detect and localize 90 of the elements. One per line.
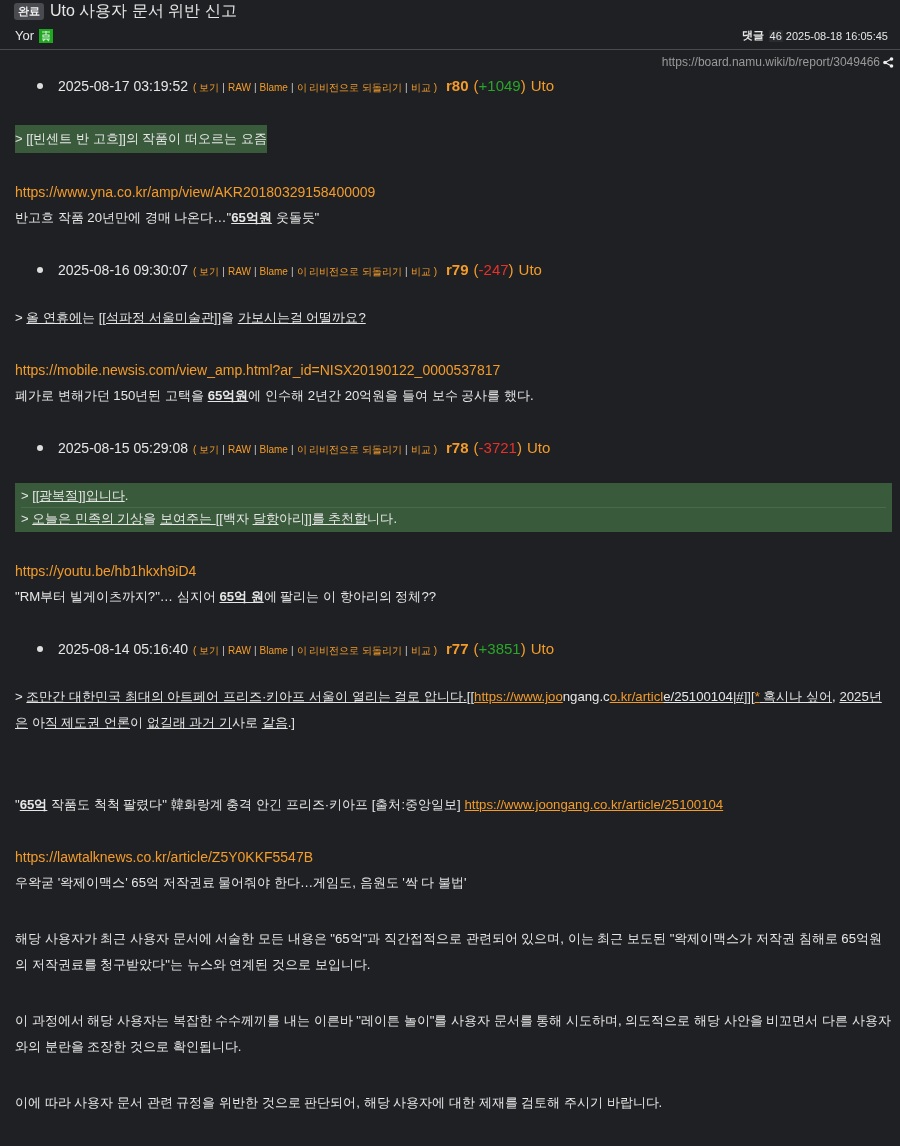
revision-date: 2025-08-15 05:29:08: [58, 440, 188, 456]
parenthesis: (: [193, 82, 197, 93]
revision-action-link[interactable]: 보기: [199, 265, 220, 279]
paragraph: 이 과정에서 해당 사용자는 복잡한 수수께끼를 내는 이른바 "레이튼 놀이"를 사용자 문서를 통해 시도하며, 의도적으로 해당 사안을 비꼬면서 다른 사용자와의 분란을 조장한 것으로 확인됩니다.: [15, 1012, 892, 1056]
revision-action-link[interactable]: 비교: [410, 644, 431, 658]
separator: |: [253, 444, 257, 455]
separator: |: [290, 444, 294, 455]
paragraph: "RM부터 빌게이츠까지?"… 심지어 65억 원에 팔리는 이 항아리의 정체??: [15, 588, 438, 606]
separator: |: [253, 645, 257, 656]
user-badge-icon: [39, 28, 54, 43]
revision-action-link[interactable]: 보기: [199, 644, 220, 658]
separator: |: [405, 266, 408, 277]
revision-number[interactable]: r77: [446, 640, 469, 657]
bullet-icon: [37, 646, 43, 652]
revision-action-link[interactable]: 비교: [410, 443, 431, 457]
revision-action-link[interactable]: 보기: [199, 81, 220, 95]
separator: |: [253, 82, 257, 93]
revision-number[interactable]: r80: [446, 77, 469, 94]
revision-change: (-3721): [473, 439, 522, 456]
parenthesis: ): [433, 645, 437, 656]
paragraph: 우왁굳 '왁제이맥스' 65억 저작권료 물어줘야 한다…게임도, 음원도 '싹 다 불법': [15, 874, 468, 892]
revision-date: 2025-08-16 09:30:07: [58, 262, 188, 278]
revision-action-link[interactable]: 비교: [410, 81, 431, 95]
revision-action-link[interactable]: Blame: [259, 645, 288, 656]
revision-action-link[interactable]: RAW: [227, 82, 251, 93]
article-link[interactable]: https://mobile.newsis.com/view_amp.html?ar_id=NISX20190122_0000537817: [15, 357, 892, 383]
quote-line: > 오늘은 민족의 기상을 보여주는 [[백자 달항아리]]를 추천합니다.: [21, 507, 886, 530]
paragraph: 반고흐 작품 20년만에 경매 나온다…"65억원 웃돌듯": [15, 209, 321, 227]
comments-label: 댓글: [741, 28, 764, 43]
separator: |: [405, 645, 408, 656]
paragraph: > 올 연휴에 는 [[석파정 서울미술관]]을 가보시는걸 어떨까요?: [15, 309, 367, 327]
revision-user[interactable]: Uto: [518, 261, 542, 278]
bullet-icon: [37, 83, 43, 89]
revision-action-link[interactable]: 이 리비전으로 되돌리기: [296, 81, 403, 95]
article-link[interactable]: https://youtu.be/hb1hkxh9iD4: [15, 558, 892, 584]
revision-action-link[interactable]: 비교: [410, 265, 431, 279]
revision-user[interactable]: Uto: [526, 439, 551, 456]
revision-action-link[interactable]: 이 리비전으로 되돌리기: [296, 265, 403, 279]
revision-user[interactable]: Uto: [530, 77, 555, 94]
revision-action-link[interactable]: 이 리비전으로 되돌리기: [296, 644, 403, 658]
paragraph: "65억 작품도 척척 팔렸다" 韓화랑계 충격 안긴 프리즈·키아프 [출처:중앙일보] https://www.joongang.co.kr/article/25100104: [15, 796, 725, 814]
revision-action-link[interactable]: RAW: [227, 645, 251, 656]
comments-count: 46: [768, 29, 783, 42]
revision-number[interactable]: r79: [446, 261, 469, 278]
author-name[interactable]: Yor: [15, 28, 35, 43]
separator: |: [222, 444, 225, 455]
paragraph: > 조만간 대한민국 최대의 아트페어 프리즈·키아프 서울이 열리는 걸로 압니다.[[https://www.joongang.co.kr/article/25100104|#]][* 혹시나 싶어, 2025년은 아직 제도권 언론이 없길래 과거 기사로 같음.]: [15, 688, 883, 732]
revision-number[interactable]: r78: [446, 439, 469, 456]
revision-action-link[interactable]: 이 리비전으로 되돌리기: [296, 443, 403, 457]
revision-action-link[interactable]: 보기: [199, 443, 220, 457]
paragraph: 이에 따라 사용자 문서 관련 규정을 위반한 것으로 판단되어, 해당 사용자에 대한 제재를 검토해 주시기 바랍니다.: [15, 1094, 664, 1112]
article-link[interactable]: https://www.yna.co.kr/amp/view/AKR20180329158400009: [15, 179, 892, 205]
separator: |: [222, 266, 225, 277]
separator: |: [253, 266, 257, 277]
bullet-icon: [37, 267, 43, 273]
revision-change: (+3851): [473, 640, 526, 657]
revision-action-link[interactable]: Blame: [259, 82, 288, 93]
revision-date: 2025-08-17 03:19:52: [58, 78, 188, 94]
quote-line: > [[광복절]]입니다.: [21, 487, 130, 505]
separator: |: [290, 266, 294, 277]
quote-line: > [[빈센트 반 고흐]]의 작품이 떠오르는 요즘: [15, 130, 267, 148]
paragraph: 폐가로 변해가던 150년된 고택을 65억원에 인수해 2년간 20억원을 들여 보수 공사를 했다.: [15, 387, 535, 405]
bullet-icon: [37, 445, 43, 451]
revision-action-link[interactable]: RAW: [227, 444, 251, 455]
separator: |: [222, 82, 225, 93]
separator: |: [405, 82, 408, 93]
article-link[interactable]: https://lawtalknews.co.kr/article/Z5Y0KKF5547B: [15, 844, 892, 870]
parenthesis: ): [433, 82, 437, 93]
revision-action-link[interactable]: RAW: [227, 266, 251, 277]
share-icon[interactable]: [883, 56, 894, 68]
parenthesis: (: [193, 266, 197, 277]
post-timestamp: 2025-08-18 16:05:45: [785, 29, 888, 42]
revision-change: (-247): [473, 261, 514, 278]
post-url[interactable]: https://board.namu.wiki/b/report/3049466: [661, 55, 880, 69]
post-title: Uto 사용자 문서 위반 신고: [50, 0, 237, 21]
status-badge: 완료: [14, 2, 44, 20]
separator: |: [405, 444, 408, 455]
revision-action-link[interactable]: Blame: [259, 266, 288, 277]
revision-user[interactable]: Uto: [530, 640, 555, 657]
separator: |: [222, 645, 225, 656]
parenthesis: ): [433, 266, 437, 277]
paragraph: 해당 사용자가 최근 사용자 문서에 서술한 모든 내용은 "65억"과 직간접적으로 관련되어 있으며, 이는 최근 보도된 "왁제이맥스가 저작권 침해로 65억원의 저작권료를 청구받았다"는 뉴스와 연계된 것으로 보입니다.: [15, 930, 883, 974]
parenthesis: ): [433, 444, 437, 455]
revision-change: (+1049): [473, 77, 526, 94]
revision-date: 2025-08-14 05:16:40: [58, 641, 188, 657]
parenthesis: (: [193, 645, 197, 656]
parenthesis: (: [193, 444, 197, 455]
separator: |: [290, 82, 294, 93]
separator: |: [290, 645, 294, 656]
revision-action-link[interactable]: Blame: [259, 444, 288, 455]
